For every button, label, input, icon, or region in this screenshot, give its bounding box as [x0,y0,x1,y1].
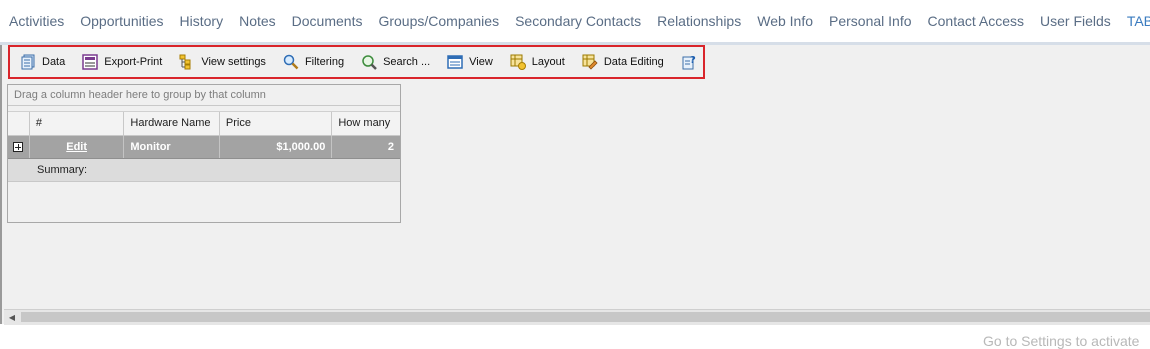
grid-header: # Hardware Name Price How many [8,111,400,136]
search-label: Search ... [383,56,431,68]
tab-opportunities[interactable]: Opportunities [72,0,171,42]
magnifier-icon [283,54,299,70]
column-header-hardware-name[interactable]: Hardware Name [124,112,220,135]
summary-label: Summary: [37,164,88,176]
cell-how-many[interactable]: 2 [332,136,400,158]
search-button[interactable]: Search ... [357,51,434,73]
row-edit-cell: Edit [30,136,125,158]
export-print-label: Export-Print [104,56,163,68]
data-label: Data [42,56,66,68]
row-edit-link[interactable]: Edit [66,141,87,153]
tab-documents[interactable]: Documents [284,0,371,42]
cell-price[interactable]: $1,000.00 [220,136,333,158]
view-settings-icon [179,54,191,70]
column-header-how-many[interactable]: How many [332,112,400,135]
tab-contact-access[interactable]: Contact Access [920,0,1033,42]
expand-plus-icon [13,142,24,152]
view-label: View [469,56,493,68]
tab-bar: Activities Opportunities History Notes D… [0,0,1150,45]
column-header-number[interactable]: # [30,112,125,135]
tab-history[interactable]: History [172,0,232,42]
group-by-panel[interactable]: Drag a column header here to group by th… [8,85,400,106]
activate-windows-subtitle: Go to Settings to activate [983,333,1140,349]
data-editing-button[interactable]: Data Editing [578,51,668,73]
export-print-icon [82,54,98,70]
help-button[interactable]: ? [677,51,701,73]
tab-activities[interactable]: Activities [0,0,72,42]
tab-table-it[interactable]: TABLE|IT [1119,0,1150,42]
scroll-left-arrow-icon[interactable]: ◀ [4,310,20,325]
tab-user-fields[interactable]: User Fields [1032,0,1119,42]
view-button[interactable]: View [443,51,497,73]
tab-relationships[interactable]: Relationships [649,0,749,42]
header-expander-cell [8,112,30,135]
layout-button[interactable]: Layout [506,51,569,73]
tab-secondary-contacts[interactable]: Secondary Contacts [507,0,649,42]
data-editing-icon [582,54,598,70]
filtering-label: Filtering [304,56,345,68]
grid-summary-row: Summary: [8,159,400,182]
tab-groups-companies[interactable]: Groups/Companies [370,0,507,42]
main-panel: Data Export-Print View settings Filterin… [0,45,1150,349]
export-print-button[interactable]: Export-Print [78,51,166,73]
scrollbar-thumb[interactable] [21,312,1150,322]
grid-toolbar: Data Export-Print View settings Filterin… [8,45,705,79]
table-row[interactable]: Edit Monitor $1,000.00 2 [8,136,400,159]
tab-web-info[interactable]: Web Info [749,0,821,42]
tab-notes[interactable]: Notes [231,0,284,42]
data-icon [21,54,35,70]
horizontal-scrollbar[interactable]: ◀ [4,309,1150,325]
layout-icon [510,54,526,70]
view-settings-label: View settings [201,56,266,68]
help-icon: ? [682,55,696,70]
view-settings-button[interactable]: View settings [175,51,270,73]
tab-personal-info[interactable]: Personal Info [821,0,920,42]
view-icon [447,55,463,69]
data-grid: Drag a column header here to group by th… [7,84,401,223]
layout-label: Layout [531,56,565,68]
filtering-button[interactable]: Filtering [279,51,348,73]
svg-text:?: ? [690,55,696,66]
cell-hardware-name[interactable]: Monitor [124,136,220,158]
search-icon [362,55,377,70]
row-expand-button[interactable] [8,136,30,158]
column-header-price[interactable]: Price [220,112,333,135]
data-button[interactable]: Data [16,51,69,73]
data-editing-label: Data Editing [603,56,664,68]
